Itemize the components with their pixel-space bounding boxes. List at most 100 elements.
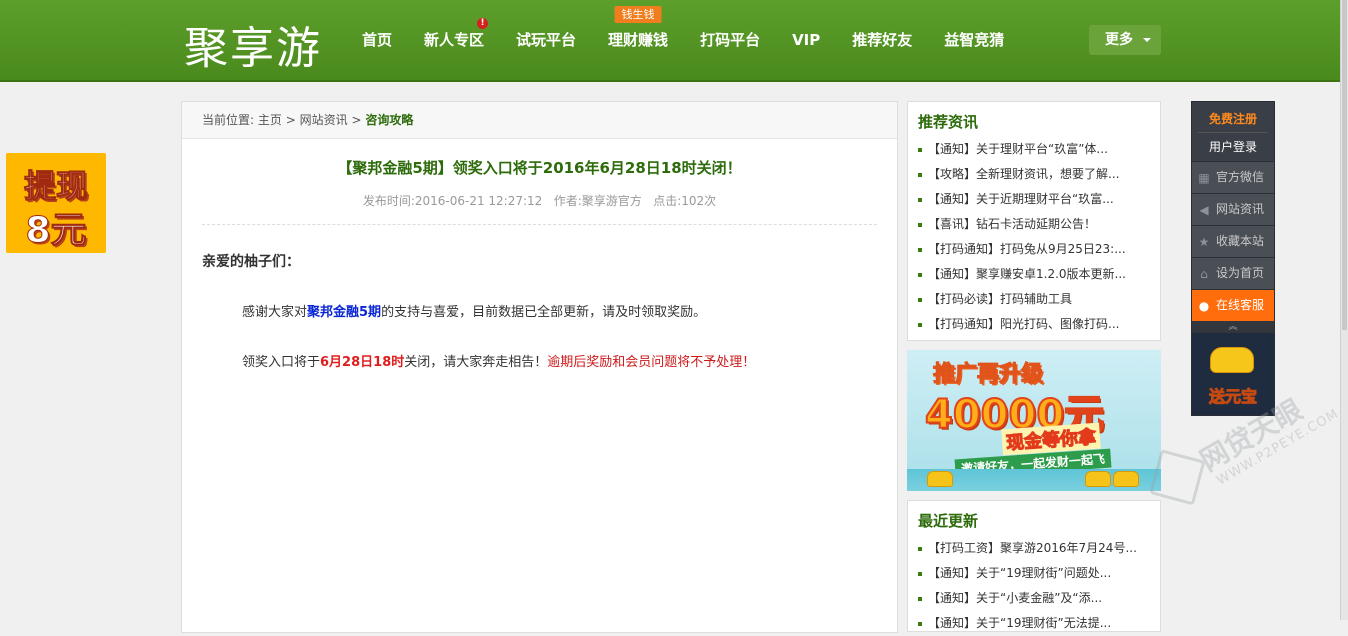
list-item[interactable]: 【通知】关于“19理财街”问题处...	[918, 561, 1160, 586]
list-item-label: 【攻略】全新理财资讯，想要了解...	[928, 167, 1120, 181]
bullet-icon	[918, 622, 922, 626]
text: 的支持与喜爱，目前数据已全部更新，请及时领取奖励。	[381, 305, 707, 320]
list-item[interactable]: 【通知】关于“小麦金融”及“添...	[918, 586, 1160, 611]
recommended-news-box: 推荐资讯 【通知】关于理财平台“玖富”体... 【攻略】全新理财资讯，想要了解.…	[907, 101, 1161, 341]
nav-badge: 钱生钱	[614, 6, 662, 23]
sidebar-item-bookmark[interactable]: ★ 收藏本站	[1192, 225, 1274, 257]
warning-text: 逾期后奖励和会员问题将不予处理！	[547, 355, 756, 370]
recommended-list: 【通知】关于理财平台“玖富”体... 【攻略】全新理财资讯，想要了解... 【通…	[908, 137, 1160, 337]
bullet-icon	[918, 597, 922, 601]
speaker-icon: ◀	[1199, 202, 1209, 217]
nav-captcha-platform[interactable]: 打码平台	[684, 0, 776, 80]
list-item-label: 【通知】关于“19理财街”问题处...	[928, 566, 1112, 580]
nav-label: VIP	[792, 31, 821, 49]
breadcrumb-prefix: 当前位置:	[202, 113, 255, 127]
list-item[interactable]: 【喜讯】钻石卡活动延期公告！	[918, 212, 1160, 237]
article-title: 【聚邦金融5期】领奖入口将于2016年6月28日18时关闭！	[337, 159, 742, 177]
nav-invite-friends[interactable]: 推荐好友	[836, 0, 928, 80]
article-panel: 当前位置: 主页 > 网站资讯 > 咨询攻略 【聚邦金融5期】领奖入口将于201…	[181, 101, 898, 633]
list-item-label: 【打码通知】打码兔从9月25日23:...	[928, 242, 1126, 256]
list-item-label: 【通知】聚享赚安卓1.2.0版本更新...	[928, 267, 1126, 281]
list-item[interactable]: 【通知】关于“19理财街”无法提...	[918, 611, 1160, 636]
login-button[interactable]: 用户登录	[1198, 132, 1268, 161]
star-icon: ★	[1198, 234, 1210, 249]
breadcrumb-separator: >	[351, 113, 362, 127]
article-meta: 发布时间:2016-06-21 12:27:12 作者:聚享游官方 点击:102…	[362, 194, 717, 208]
more-label: 更多	[1105, 32, 1133, 48]
list-item-label: 【打码通知】阳光打码、图像打码...	[928, 317, 1120, 331]
list-item[interactable]: 【通知】聚享赚安卓1.2.0版本更新...	[918, 262, 1160, 287]
bullet-icon	[918, 547, 922, 551]
nav-newbie[interactable]: 新人专区!	[408, 0, 500, 80]
bullet-icon	[918, 323, 922, 327]
list-item[interactable]: 【打码必读】打码辅助工具	[918, 287, 1160, 312]
more-dropdown-button[interactable]: 更多	[1089, 25, 1161, 55]
gold-ingot-icon	[927, 471, 953, 487]
recommended-title: 推荐资讯	[918, 113, 979, 131]
bullet-icon	[918, 148, 922, 152]
latest-list: 【打码工资】聚享游2016年7月24号... 【通知】关于“19理财街”问题处.…	[908, 536, 1160, 636]
list-item-label: 【通知】关于近期理财平台“玖富...	[928, 192, 1114, 206]
eye-logo-icon	[1149, 449, 1206, 506]
highlight-product: 聚邦金融5期	[307, 305, 382, 320]
sidebar-item-news[interactable]: ◀ 网站资讯	[1192, 193, 1274, 225]
list-item[interactable]: 【通知】关于近期理财平台“玖富...	[918, 187, 1160, 212]
withdraw-promo-ad[interactable]: 提现 8元	[6, 153, 106, 253]
sidebar-item-label: 官方微信	[1216, 170, 1265, 184]
top-navigation-bar: 聚享游 首页 新人专区! 试玩平台 钱生钱理财赚钱 打码平台 VIP 推荐好友 …	[0, 0, 1340, 82]
list-item-label: 【喜讯】钻石卡活动延期公告！	[928, 217, 1097, 231]
nav-label: 打码平台	[700, 31, 761, 49]
sidebar-item-label: 收藏本站	[1216, 234, 1265, 248]
main-nav: 首页 新人专区! 试玩平台 钱生钱理财赚钱 打码平台 VIP 推荐好友 益智竞猜	[346, 0, 1020, 80]
highlight-deadline: 6月28日18时	[320, 355, 405, 370]
list-item[interactable]: 【打码通知】阳光打码、图像打码...	[918, 312, 1160, 337]
register-button[interactable]: 免费注册	[1192, 102, 1274, 132]
article-paragraph: 感谢大家对聚邦金融5期的支持与喜爱，目前数据已全部更新，请及时领取奖励。	[202, 303, 877, 323]
breadcrumb-home-link[interactable]: 主页	[258, 113, 282, 127]
nav-label: 理财赚钱	[608, 31, 669, 49]
latest-updates-box: 最近更新 【打码工资】聚享游2016年7月24号... 【通知】关于“19理财街…	[907, 500, 1161, 632]
list-item[interactable]: 【打码工资】聚享游2016年7月24号...	[918, 536, 1160, 561]
qq-icon: ●	[1198, 298, 1210, 313]
text: 关闭，请大家奔走相告！	[404, 355, 548, 370]
list-item-label: 【通知】关于“19理财街”无法提...	[928, 616, 1112, 630]
breadcrumb-section-link[interactable]: 网站资讯	[300, 113, 348, 127]
list-item[interactable]: 【攻略】全新理财资讯，想要了解...	[918, 162, 1160, 187]
list-item-label: 【打码工资】聚享游2016年7月24号...	[928, 541, 1137, 555]
text: 领奖入口将于	[242, 355, 321, 370]
bullet-icon	[918, 572, 922, 576]
sidebar-item-wechat[interactable]: ▦ 官方微信	[1192, 161, 1274, 193]
bullet-icon	[918, 173, 922, 177]
nav-quiz[interactable]: 益智竞猜	[928, 0, 1020, 80]
bullet-icon	[918, 198, 922, 202]
nav-vip[interactable]: VIP	[776, 0, 836, 80]
nav-home[interactable]: 首页	[346, 0, 408, 80]
list-item[interactable]: 【通知】关于理财平台“玖富”体...	[918, 137, 1160, 162]
list-item-label: 【通知】关于理财平台“玖富”体...	[928, 142, 1108, 156]
nav-trial-platform[interactable]: 试玩平台	[500, 0, 592, 80]
sidebar-item-label: 网站资讯	[1216, 202, 1265, 216]
bullet-icon	[918, 223, 922, 227]
nav-label: 新人专区	[424, 31, 485, 49]
home-icon: ⌂	[1200, 266, 1208, 281]
qrcode-icon: ▦	[1198, 170, 1210, 185]
list-item-label: 【打码必读】打码辅助工具	[928, 292, 1073, 306]
latest-title: 最近更新	[918, 512, 979, 530]
referral-promo-banner[interactable]: 推广再升级 40000元 现金等你拿 邀请好友，一起发财一起飞	[907, 350, 1161, 491]
bullet-icon	[918, 248, 922, 252]
nav-label: 试玩平台	[516, 31, 577, 49]
list-item[interactable]: 【打码通知】打码兔从9月25日23:...	[918, 237, 1160, 262]
sidebar-item-online-support[interactable]: ● 在线客服	[1192, 289, 1274, 321]
site-logo[interactable]: 聚享游	[184, 12, 322, 76]
breadcrumb-current[interactable]: 咨询攻略	[365, 113, 413, 127]
list-item-label: 【通知】关于“小麦金融”及“添...	[928, 591, 1103, 605]
nav-finance[interactable]: 钱生钱 理财赚钱	[592, 0, 684, 80]
chevron-down-icon	[1143, 38, 1151, 42]
nav-label: 益智竞猜	[944, 31, 1005, 49]
sidebar-item-set-homepage[interactable]: ⌂ 设为首页	[1192, 257, 1274, 289]
breadcrumb-separator: >	[285, 113, 296, 127]
article-body: 亲爱的柚子们： 感谢大家对聚邦金融5期的支持与喜爱，目前数据已全部更新，请及时领…	[182, 251, 897, 373]
scrollbar-thumb[interactable]	[1342, 0, 1347, 330]
scroll-top-icon[interactable]: ︽	[1192, 321, 1274, 333]
article-greeting: 亲爱的柚子们：	[202, 254, 300, 270]
